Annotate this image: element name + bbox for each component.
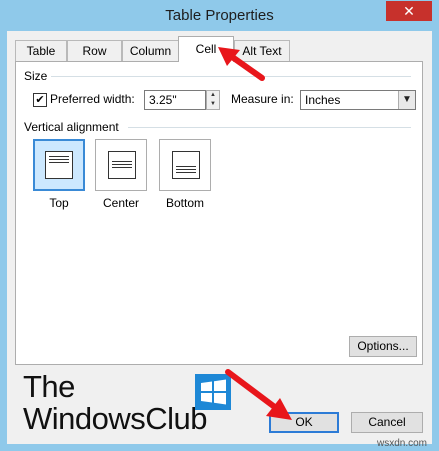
- measure-in-value: Inches: [305, 93, 341, 107]
- preferred-width-input[interactable]: 3.25": [144, 90, 206, 110]
- preferred-width-spinner[interactable]: ▲ ▼: [206, 90, 220, 110]
- options-button[interactable]: Options...: [349, 336, 417, 357]
- cell-tab-panel: Size ✔ Preferred width: 3.25" ▲ ▼ Measur…: [15, 61, 423, 365]
- tab-label: Row: [82, 44, 107, 58]
- chevron-down-icon[interactable]: ▼: [398, 91, 415, 109]
- dialog-window: Table Properties ✕ Table Row Column Cell…: [0, 0, 439, 451]
- arrow-to-ok-button-icon: [225, 369, 292, 420]
- cancel-button[interactable]: Cancel: [351, 412, 423, 433]
- title-bar[interactable]: Table Properties ✕: [0, 0, 439, 32]
- vertical-alignment-label: Vertical alignment: [24, 120, 119, 134]
- watermark-text: wsxdn.com: [376, 438, 427, 449]
- align-center-icon: [108, 151, 136, 179]
- align-bottom-label: Bottom: [165, 196, 204, 210]
- size-section-label: Size: [24, 69, 48, 83]
- checkmark-icon: ✔: [35, 94, 45, 106]
- measure-in-select[interactable]: Inches ▼: [300, 90, 416, 110]
- spin-down-icon[interactable]: ▼: [207, 100, 219, 109]
- logo-line-2: WindowsClub: [23, 401, 208, 436]
- tab-row[interactable]: Row: [67, 40, 122, 61]
- tab-label: Column: [129, 44, 172, 58]
- align-center-label: Center: [102, 196, 140, 210]
- tab-table[interactable]: Table: [15, 40, 67, 61]
- close-button[interactable]: ✕: [386, 1, 432, 21]
- align-bottom-icon: [172, 151, 200, 179]
- align-top-icon: [45, 151, 73, 179]
- measure-in-label: Measure in:: [231, 92, 294, 106]
- close-icon: ✕: [403, 3, 415, 19]
- dialog-title: Table Properties: [165, 7, 274, 24]
- preferred-width-label: Preferred width:: [50, 92, 135, 106]
- arrow-to-cell-tab-icon: [218, 47, 265, 81]
- tab-label: Table: [26, 44, 56, 58]
- vertical-alignment-divider: [128, 127, 411, 128]
- logo-line-1: The: [23, 369, 75, 404]
- align-top-button[interactable]: [33, 139, 85, 191]
- align-bottom-button[interactable]: [159, 139, 211, 191]
- align-top-label: Top: [49, 196, 69, 210]
- spin-up-icon[interactable]: ▲: [207, 91, 219, 100]
- preferred-width-checkbox[interactable]: ✔: [33, 93, 47, 107]
- tab-column[interactable]: Column: [122, 40, 179, 61]
- windows-club-logo: The WindowsClub: [23, 369, 231, 436]
- dialog-client-area: Table Row Column Cell Alt Text Size ✔ Pr…: [7, 31, 432, 444]
- align-center-button[interactable]: [95, 139, 147, 191]
